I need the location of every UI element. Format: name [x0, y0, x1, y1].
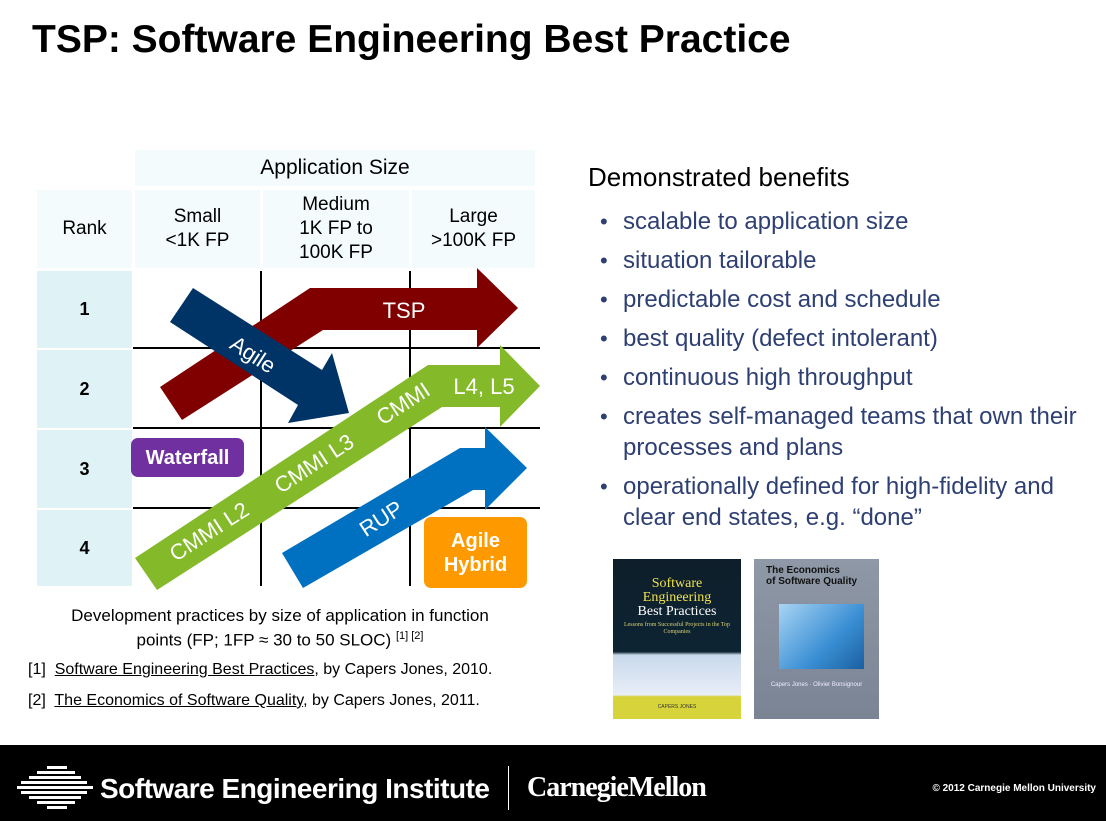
reference-detail: , by Capers Jones, 2010.	[314, 661, 493, 678]
benefits-list: scalable to application size situation t…	[600, 206, 1080, 541]
book-cover-best-practices: Software Engineering Best Practices Lesson…	[613, 559, 741, 719]
book-title: Engineering	[642, 590, 712, 605]
copyright: © 2012 Carnegie Mellon University	[932, 783, 1096, 794]
reference-number: [1]	[28, 661, 46, 678]
benefit-item: scalable to application size	[600, 206, 1080, 237]
benefit-item: creates self-managed teams that own thei…	[600, 401, 1080, 463]
sei-logo-icon	[17, 766, 93, 809]
caption-line: Development practices by size of applica…	[71, 606, 489, 625]
tsp-label: TSP	[383, 298, 426, 323]
reference-link[interactable]: The Economics of Software Quality	[54, 692, 303, 709]
agile-hybrid-label: Hybrid	[443, 553, 508, 576]
waterfall-box: Waterfall	[131, 438, 244, 477]
reference-2: [2] The Economics of Software Quality, b…	[28, 692, 480, 710]
caption-line: points (FP; 1FP ≈ 30 to 50 SLOC)	[136, 630, 392, 650]
book-title: The Economics	[766, 565, 840, 576]
book-title: of Software Quality	[766, 576, 858, 587]
benefit-item: operationally defined for high-fidelity …	[600, 471, 1080, 533]
agile-hybrid-label: Agile	[451, 529, 500, 552]
book-cover-image	[779, 604, 864, 669]
diagram-caption: Development practices by size of applica…	[30, 605, 530, 651]
benefit-item: continuous high throughput	[600, 362, 1080, 393]
cmmi-l4-l5-label: L4, L5	[453, 374, 514, 399]
book-title: Software	[651, 576, 703, 591]
benefit-item: best quality (defect intolerant)	[600, 323, 1080, 354]
caption-refs: [1] [2]	[395, 630, 424, 642]
book-title: Best Practices	[637, 604, 717, 619]
book-subtitle: Lessons from Successful Projects in the …	[623, 622, 731, 635]
reference-link[interactable]: Software Engineering Best Practices	[55, 661, 315, 678]
footer-divider	[508, 766, 509, 810]
book-author: Capers Jones · Olivier Bonsignour	[770, 682, 863, 688]
benefit-item: predictable cost and schedule	[600, 284, 1080, 315]
reference-detail: , by Capers Jones, 2011.	[303, 692, 480, 709]
benefits-heading: Demonstrated benefits	[588, 162, 850, 192]
sei-name: Software Engineering Institute	[100, 773, 490, 804]
agile-hybrid-box: Agile Hybrid	[424, 517, 527, 588]
benefit-item: situation tailorable	[600, 245, 1080, 276]
reference-number: [2]	[28, 692, 46, 709]
book-cover-economics: The Economics of Software Quality Capers …	[754, 559, 879, 719]
reference-1: [1] Software Engineering Best Practices,…	[28, 661, 492, 679]
cmu-logo: CarnegieMellon	[527, 772, 707, 803]
book-author: CAPERS JONES	[657, 704, 697, 710]
